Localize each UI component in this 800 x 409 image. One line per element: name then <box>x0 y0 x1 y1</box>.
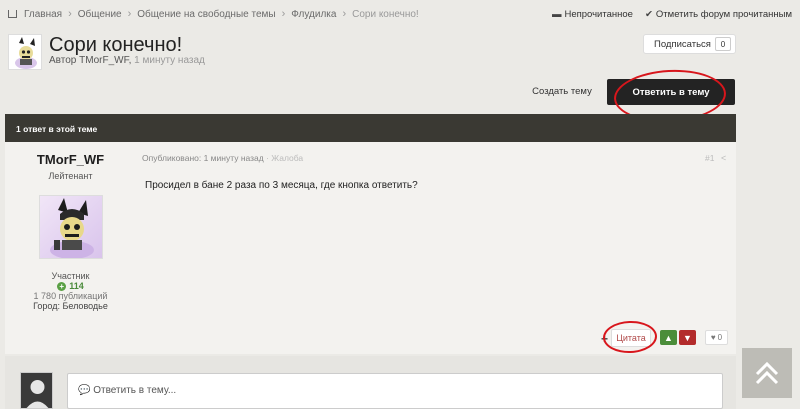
home-icon[interactable] <box>8 10 17 18</box>
topic-time: 1 минуту назад <box>134 55 205 66</box>
topic-author: Автор TMorF_WF, 1 минуту назад <box>49 55 205 66</box>
post-author-panel: TMorF_WF Лейтенант Участник +114 1 780 п… <box>5 142 136 354</box>
downvote-button[interactable]: ▼ <box>679 330 696 345</box>
author-link[interactable]: Автор TMorF_WF, <box>49 55 131 66</box>
author-city: Город: Беловодье <box>33 301 108 312</box>
post-author-name[interactable]: TMorF_WF <box>5 152 136 167</box>
thread-count: 1 ответ в этой теме <box>16 124 98 134</box>
report-link[interactable]: · Жалоба <box>266 153 303 163</box>
breadcrumb-current: Сори конечно! <box>352 8 419 20</box>
unread-link[interactable]: ▬ Непрочитанное <box>552 9 633 20</box>
follow-button[interactable]: Подписаться 0 <box>643 34 736 54</box>
reputation-value: 114 <box>69 281 84 291</box>
top-bar: Главная › Общение › Общение на свободные… <box>0 0 800 28</box>
breadcrumb: Главная › Общение › Общение на свободные… <box>8 8 552 20</box>
like-button[interactable]: ♥ 0 <box>705 330 728 345</box>
topic-header: Сори конечно! Автор TMorF_WF, 1 минуту н… <box>8 32 736 78</box>
scroll-to-top-button[interactable] <box>742 348 792 398</box>
post-content: Просидел в бане 2 раза по 3 месяца, где … <box>145 180 418 191</box>
breadcrumb-item[interactable]: Главная <box>24 9 62 20</box>
thread-count-bar: 1 ответ в этой теме <box>5 114 736 142</box>
avatar[interactable] <box>38 195 103 259</box>
post-author-group: Участник <box>51 271 90 281</box>
post-author-rank: Лейтенант <box>48 171 93 181</box>
post-meta: Опубликовано: 1 минуту назад · Жалоба <box>142 153 303 163</box>
follow-label: Подписаться <box>654 38 711 50</box>
double-chevron-up-icon <box>755 361 779 385</box>
check-icon: ✔ <box>644 8 653 20</box>
avatar-image <box>15 37 37 69</box>
user-silhouette-icon <box>21 373 52 408</box>
inbox-icon: ▬ <box>551 8 562 20</box>
avatar-image <box>49 198 94 258</box>
page-title: Сори конечно! <box>49 34 183 56</box>
mark-read-label: Отметить форум прочитанным <box>655 8 792 20</box>
follow-count: 0 <box>715 37 731 51</box>
breadcrumb-item[interactable]: Общение на свободные темы <box>137 9 275 20</box>
post-published: Опубликовано: 1 минуту назад <box>142 153 264 163</box>
chevron-right-icon: › <box>281 8 286 20</box>
breadcrumb-item[interactable]: Флудилка <box>291 9 336 20</box>
arrow-down-icon: ▼ <box>683 332 692 343</box>
heart-icon: ♥ <box>710 333 716 342</box>
post-number[interactable]: #1 <box>705 153 714 163</box>
top-actions: ▬ Непрочитанное ✔ Отметить форум прочитанн… <box>552 9 792 20</box>
avatar[interactable] <box>8 34 42 70</box>
create-topic-button[interactable]: Создать тему <box>527 84 597 100</box>
chevron-right-icon: › <box>342 8 347 20</box>
quote-label: Цитата <box>616 333 646 343</box>
plus-icon: + <box>57 282 67 292</box>
avatar <box>20 372 53 409</box>
reply-input[interactable]: 💬 Ответить в тему... <box>67 373 723 409</box>
post-count: 1 780 публикаций <box>33 291 108 302</box>
share-icon[interactable]: < <box>721 153 726 163</box>
reply-area: 💬 Ответить в тему... <box>5 356 736 409</box>
quote-button[interactable]: Цитата <box>611 329 651 347</box>
chevron-right-icon: › <box>68 8 72 20</box>
unread-label: Непрочитанное <box>564 8 633 20</box>
speech-bubble-icon: 💬 <box>78 385 91 396</box>
multiquote-button[interactable]: + <box>599 331 610 347</box>
post: TMorF_WF Лейтенант Участник +114 1 780 п… <box>5 142 736 354</box>
arrow-up-icon: ▲ <box>664 332 673 343</box>
reply-topic-button[interactable]: Ответить в тему <box>607 79 735 105</box>
like-count: 0 <box>717 333 723 342</box>
reply-topic-label: Ответить в тему <box>632 86 710 98</box>
reputation-badge: +114 <box>5 281 136 292</box>
reply-placeholder: Ответить в тему... <box>93 385 177 396</box>
breadcrumb-item[interactable]: Общение <box>78 9 122 20</box>
mark-read-link[interactable]: ✔ Отметить форум прочитанным <box>645 9 792 20</box>
chevron-right-icon: › <box>127 8 132 20</box>
upvote-button[interactable]: ▲ <box>660 330 677 345</box>
